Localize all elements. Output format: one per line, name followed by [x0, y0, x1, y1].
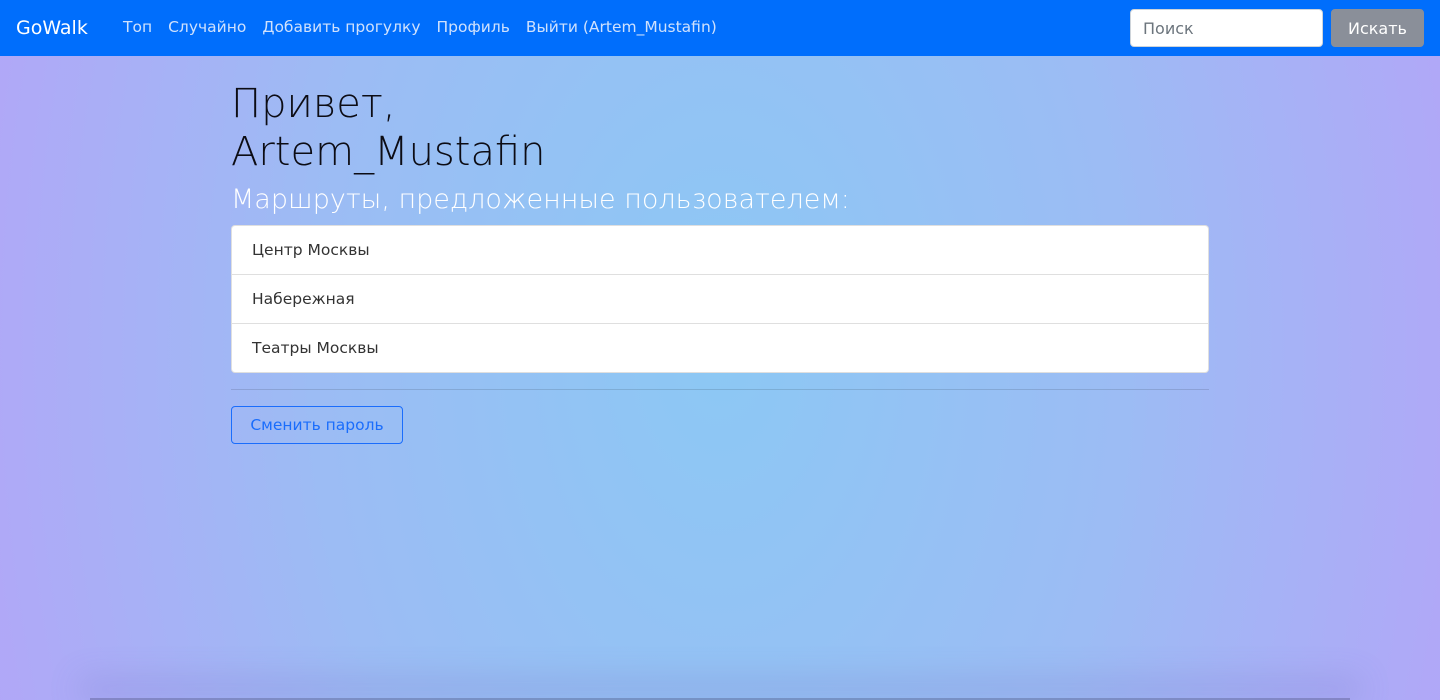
search-button[interactable]: Искать: [1331, 9, 1424, 47]
route-item[interactable]: Набережная: [232, 275, 1208, 324]
greeting-heading: Привет, Artem_Mustafin: [231, 81, 546, 175]
brand-logo[interactable]: GoWalk: [16, 14, 88, 42]
nav-link-logout[interactable]: Выйти (Artem_Mustafin): [526, 16, 717, 38]
nav-link-random[interactable]: Случайно: [168, 16, 246, 38]
top-navbar: GoWalk Топ Случайно Добавить прогулку Пр…: [0, 0, 1440, 56]
nav-links: Топ Случайно Добавить прогулку Профиль В…: [123, 16, 733, 38]
nav-link-profile[interactable]: Профиль: [437, 16, 510, 38]
change-password-button[interactable]: Сменить пароль: [231, 406, 403, 444]
route-item[interactable]: Центр Москвы: [232, 226, 1208, 275]
search-input[interactable]: [1130, 9, 1323, 47]
divider: [231, 389, 1209, 390]
route-item[interactable]: Театры Москвы: [232, 324, 1208, 372]
routes-heading: Маршруты, предложенные пользователем:: [231, 184, 850, 215]
nav-link-top[interactable]: Топ: [123, 16, 152, 38]
route-list: Центр Москвы Набережная Театры Москвы: [231, 225, 1209, 373]
nav-link-add-walk[interactable]: Добавить прогулку: [262, 16, 420, 38]
